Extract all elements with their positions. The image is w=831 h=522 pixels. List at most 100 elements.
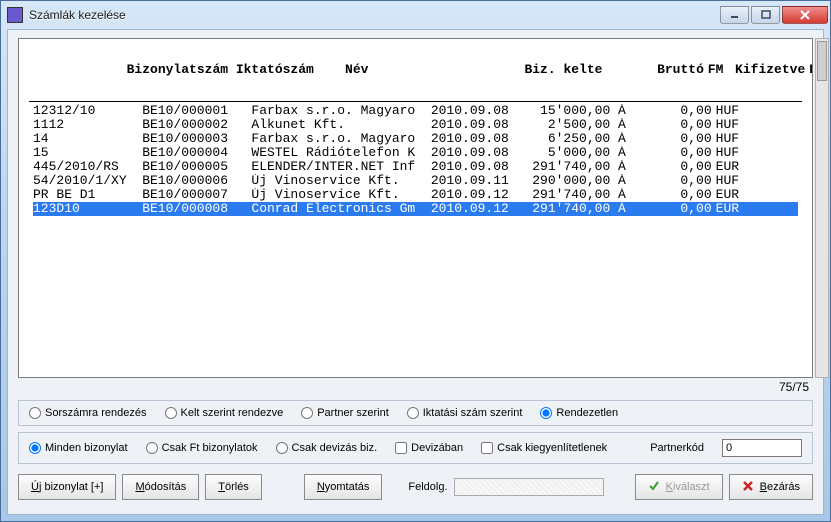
partnerkod-label: Partnerkód [650, 442, 704, 454]
sort-partner[interactable]: Partner szerint [301, 407, 389, 419]
cell-c6: Á [610, 132, 633, 146]
cell-c5: 5'000,00 [524, 146, 610, 160]
vertical-scrollbar[interactable] [815, 38, 829, 378]
table-row[interactable]: 12312/10BE10/000001Farbax s.r.o. Magyaro… [33, 104, 798, 118]
cell-c4: 2010.09.12 [431, 188, 525, 202]
check-icon [648, 480, 660, 495]
cell-c5: 15'000,00 [524, 104, 610, 118]
window-title: Számlák kezelése [29, 8, 720, 22]
col-brutto: Bruttó [618, 63, 704, 77]
window-buttons [720, 6, 828, 24]
col-nev: Név [345, 63, 524, 77]
grid-rows: 12312/10BE10/000001Farbax s.r.o. Magyaro… [19, 102, 812, 218]
cell-c1: 445/2010/RS [33, 160, 142, 174]
sort-rendezetlen[interactable]: Rendezetlen [540, 407, 618, 419]
filter-csakft[interactable]: Csak Ft bizonylatok [146, 442, 258, 454]
cell-c3: Conrad Electronics Gm [251, 202, 430, 216]
cell-c7: 0,00 [634, 202, 712, 216]
cell-c2: BE10/000007 [142, 188, 251, 202]
cell-c7: 0,00 [634, 160, 712, 174]
cell-c8: HUF [712, 174, 743, 188]
cell-c4: 2010.09.08 [431, 146, 525, 160]
titlebar: Számlák kezelése [1, 1, 830, 29]
maximize-button[interactable] [751, 6, 780, 24]
col-fm: FM [704, 63, 727, 77]
cell-c7: 0,00 [634, 146, 712, 160]
row-counter: 75/75 [18, 378, 813, 394]
cell-c3: Új Vinoservice Kft. [251, 188, 430, 202]
col-bizkelte: Biz. kelte [524, 63, 618, 77]
sort-sorszam[interactable]: Sorszámra rendezés [29, 407, 147, 419]
cell-c2: BE10/000008 [142, 202, 251, 216]
cell-c5: 2'500,00 [524, 118, 610, 132]
select-button[interactable]: Kiválaszt [635, 474, 723, 500]
cell-c7: 0,00 [634, 118, 712, 132]
table-row[interactable]: 1112BE10/000002Alkunet Kft.2010.09.082'5… [33, 118, 798, 132]
data-grid[interactable]: BizonylatszámIktatószámNévBiz. kelteBrut… [18, 38, 813, 378]
filter-csakdev[interactable]: Csak devizás biz. [276, 442, 378, 454]
print-button[interactable]: Nyomtatás [304, 474, 383, 500]
cell-c5: 290'000,00 [524, 174, 610, 188]
cell-c8: EUR [712, 202, 743, 216]
cell-c1: 14 [33, 132, 142, 146]
cell-c1: 1112 [33, 118, 142, 132]
delete-button[interactable]: Törlés [205, 474, 262, 500]
close-app-button[interactable]: Bezárás [729, 474, 813, 500]
cell-c8: HUF [712, 146, 743, 160]
cell-c2: BE10/000006 [142, 174, 251, 188]
table-row[interactable]: 445/2010/RSBE10/000005ELENDER/INTER.NET … [33, 160, 798, 174]
cell-c2: BE10/000004 [142, 146, 251, 160]
modify-button[interactable]: Módosítás [122, 474, 199, 500]
cell-c8: HUF [712, 132, 743, 146]
cell-c5: 291'740,00 [524, 160, 610, 174]
col-iktatoszam: Iktatószám [236, 63, 345, 77]
cell-c3: Alkunet Kft. [251, 118, 430, 132]
table-row[interactable]: PR BE D1BE10/000007Új Vinoservice Kft.20… [33, 188, 798, 202]
col-dev: DEV [805, 63, 812, 77]
table-row[interactable]: 123D10BE10/000008Conrad Electronics Gm20… [33, 202, 798, 216]
cell-c5: 6'250,00 [524, 132, 610, 146]
col-bizonylatszam: Bizonylatszám [127, 63, 236, 77]
cell-c2: BE10/000003 [142, 132, 251, 146]
new-button[interactable]: Új bizonylat [+] [18, 474, 116, 500]
table-row[interactable]: 15BE10/000004WESTEL Rádiótelefon K2010.0… [33, 146, 798, 160]
filter-minden[interactable]: Minden bizonylat [29, 442, 128, 454]
table-row[interactable]: 14BE10/000003Farbax s.r.o. Magyaro2010.0… [33, 132, 798, 146]
cell-c1: 54/2010/1/XY [33, 174, 142, 188]
cell-c6: Á [610, 146, 633, 160]
cell-c6: Á [610, 118, 633, 132]
filter-csakkiegy[interactable]: Csak kiegyenlítetlenek [481, 442, 607, 454]
cell-c2: BE10/000005 [142, 160, 251, 174]
close-button[interactable] [782, 6, 828, 24]
cell-c6: Á [610, 160, 633, 174]
partnerkod-input[interactable] [722, 439, 802, 457]
window: Számlák kezelése BizonylatszámIktatószám… [0, 0, 831, 522]
cell-c7: 0,00 [634, 132, 712, 146]
cell-c8: HUF [712, 104, 743, 118]
cell-c4: 2010.09.11 [431, 174, 525, 188]
col-kifizetve: Kifizetve [727, 63, 805, 77]
cell-c6: Á [610, 174, 633, 188]
sort-iktatasi[interactable]: Iktatási szám szerint [407, 407, 523, 419]
cell-c2: BE10/000002 [142, 118, 251, 132]
cell-c8: EUR [712, 188, 743, 202]
cell-c1: 12312/10 [33, 104, 142, 118]
filter-group: Minden bizonylat Csak Ft bizonylatok Csa… [18, 432, 813, 464]
sort-kelt[interactable]: Kelt szerint rendezve [165, 407, 284, 419]
cell-c3: WESTEL Rádiótelefon K [251, 146, 430, 160]
minimize-button[interactable] [720, 6, 749, 24]
cell-c6: Á [610, 104, 633, 118]
cell-c6: Á [610, 188, 633, 202]
cell-c1: 15 [33, 146, 142, 160]
x-icon [742, 480, 754, 495]
cell-c4: 2010.09.08 [431, 118, 525, 132]
filter-devizaban[interactable]: Devizában [395, 442, 463, 454]
cell-c2: BE10/000001 [142, 104, 251, 118]
cell-c4: 2010.09.12 [431, 202, 525, 216]
scrollbar-thumb[interactable] [817, 41, 827, 81]
cell-c8: EUR [712, 160, 743, 174]
cell-c4: 2010.09.08 [431, 104, 525, 118]
app-icon [7, 7, 23, 23]
cell-c1: PR BE D1 [33, 188, 142, 202]
table-row[interactable]: 54/2010/1/XYBE10/000006Új Vinoservice Kf… [33, 174, 798, 188]
